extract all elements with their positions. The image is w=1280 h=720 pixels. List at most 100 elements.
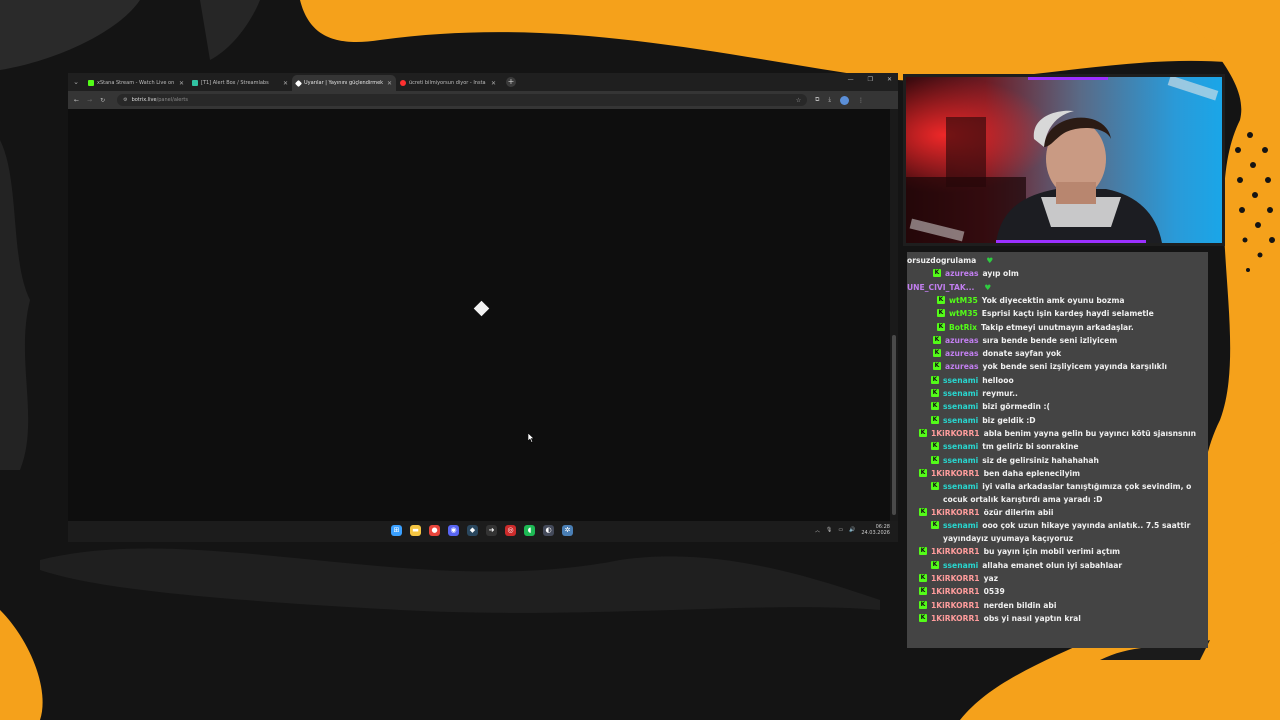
kick-badge-icon: K bbox=[919, 613, 927, 622]
spotify-icon[interactable]: ◖ bbox=[524, 525, 535, 536]
green-heart-icon: ♥ bbox=[984, 282, 992, 292]
kick-badge-icon: K bbox=[937, 309, 945, 318]
chat-username[interactable]: 1KiRKORR1 bbox=[931, 601, 980, 610]
chat-username[interactable]: wtM35 bbox=[949, 296, 978, 305]
chat-username[interactable]: azureas bbox=[945, 336, 979, 345]
volume-icon[interactable]: 🔊 bbox=[849, 527, 855, 533]
kick-badge-icon: K bbox=[931, 415, 939, 424]
discord-icon[interactable]: ◉ bbox=[448, 525, 459, 536]
toolbar-actions: ⧉ ⤓ ⋮ bbox=[815, 95, 864, 105]
youtube-icon bbox=[400, 80, 406, 86]
kick-badge-icon: K bbox=[933, 335, 941, 344]
chat-username[interactable]: wtM35 bbox=[949, 309, 978, 318]
close-icon[interactable]: ✕ bbox=[283, 80, 288, 87]
record-icon[interactable]: ◎ bbox=[505, 525, 516, 536]
kick-badge-icon: K bbox=[919, 508, 927, 517]
chat-message: K 1KiRKORR1 özür dilerim abii bbox=[907, 506, 1208, 519]
page-content bbox=[68, 109, 890, 521]
arrow-app-icon[interactable]: ➜ bbox=[486, 525, 497, 536]
network-icon[interactable]: ▭ bbox=[838, 527, 843, 533]
chat-username[interactable]: azureas bbox=[945, 269, 979, 278]
chat-username[interactable]: ssenami bbox=[943, 521, 978, 530]
chat-username[interactable]: ssenami bbox=[943, 402, 978, 411]
tab-botrix[interactable]: Uyarılar | Yayınını güçlendirmek ✕ bbox=[292, 75, 396, 91]
chat-text: bizi görmedin :( bbox=[982, 402, 1051, 412]
tab-instagram[interactable]: ücreti bilmiyorsun diyor - İnsta ✕ bbox=[396, 75, 500, 91]
extensions-icon[interactable]: ⧉ bbox=[815, 96, 819, 104]
kick-badge-icon: K bbox=[933, 269, 941, 278]
close-icon[interactable]: ✕ bbox=[387, 80, 392, 87]
tab-search-icon[interactable]: ⌄ bbox=[68, 73, 84, 91]
chat-message: Kssenami iyi valla arkadaslar tanıştığımı… bbox=[907, 480, 1208, 504]
chat-username[interactable]: ssenami bbox=[943, 416, 978, 425]
new-tab-button[interactable]: + bbox=[506, 77, 516, 87]
chat-text: Takip etmeyi unutmayın arkadaşlar. bbox=[980, 322, 1134, 332]
minimize-icon[interactable]: — bbox=[848, 76, 854, 83]
chat-username[interactable]: ssenami bbox=[943, 561, 978, 570]
kick-badge-icon: K bbox=[919, 468, 927, 477]
chat-message: Kssenami allaha emanet olun iyi sabahlaar bbox=[907, 559, 1208, 572]
chat-text: bu yayın için mobil verimi açtım bbox=[983, 547, 1121, 557]
chat-username[interactable]: ssenami bbox=[943, 389, 978, 398]
chat-username[interactable]: ssenami bbox=[943, 456, 978, 465]
chat-username[interactable]: 1KiRKORR1 bbox=[931, 508, 980, 517]
tab-streamlabs[interactable]: [T1] Alert Box / Streamlabs ✕ bbox=[188, 75, 292, 91]
page-scrollbar[interactable] bbox=[890, 109, 898, 521]
tab-kick[interactable]: xStana Stream - Watch Live on ✕ bbox=[84, 75, 188, 91]
windows-start-icon[interactable]: ⊞ bbox=[391, 525, 402, 536]
chat-message: Kssenami hellooo bbox=[907, 374, 1208, 387]
download-icon[interactable]: ⤓ bbox=[828, 96, 831, 104]
chat-text: siz de gelirsiniz hahahahah bbox=[982, 455, 1099, 465]
close-window-icon[interactable]: ✕ bbox=[887, 76, 892, 83]
steam-icon[interactable]: ◆ bbox=[467, 525, 478, 536]
close-icon[interactable]: ✕ bbox=[491, 80, 496, 87]
chat-text-continued: yayındayız uyumaya kaçıyoruz bbox=[943, 534, 1074, 544]
maximize-icon[interactable]: ❐ bbox=[868, 76, 873, 83]
close-icon[interactable]: ✕ bbox=[179, 80, 184, 87]
back-icon[interactable]: ← bbox=[74, 97, 79, 104]
bookmark-star-icon[interactable]: ☆ bbox=[796, 97, 801, 104]
chat-text: obs yi nasıl yaptın kral bbox=[983, 613, 1081, 623]
kick-badge-icon: K bbox=[933, 349, 941, 358]
chat-username[interactable]: 1KiRKORR1 bbox=[931, 429, 980, 438]
tray-chevron-icon[interactable]: ︿ bbox=[815, 527, 820, 534]
file-explorer-icon[interactable]: ▬ bbox=[410, 525, 421, 536]
address-bar[interactable]: ⚙ botrix.live/panel/alerts ☆ bbox=[117, 94, 808, 106]
kick-badge-icon: K bbox=[931, 521, 939, 530]
chat-username[interactable]: 1KiRKORR1 bbox=[931, 587, 980, 596]
site-info-icon[interactable]: ⚙ bbox=[123, 97, 127, 103]
taskbar-clock[interactable]: 06:28 24.03.2026 bbox=[861, 524, 890, 536]
scrollbar-thumb[interactable] bbox=[892, 335, 896, 515]
chat-username[interactable]: 1KiRKORR1 bbox=[931, 574, 980, 583]
forward-icon[interactable]: → bbox=[87, 97, 92, 104]
profile-avatar[interactable] bbox=[840, 95, 850, 105]
chat-text: ayıp olm bbox=[982, 269, 1019, 279]
chat-username[interactable]: 1KiRKORR1 bbox=[931, 469, 980, 478]
chat-username[interactable]: 1KiRKORR1 bbox=[931, 547, 980, 556]
windows-taskbar: ⊞ ▬ ● ◉ ◆ ➜ ◎ ◖ ◐ ✲ ︿ 🎙 ▭ 🔊 06:28 24.03.2026 bbox=[68, 521, 898, 542]
browser-toolbar: ← → ↻ ⚙ botrix.live/panel/alerts ☆ ⧉ ⤓ ⋮ bbox=[68, 91, 898, 109]
chat-message: orsuzdogrulama ♥ bbox=[907, 254, 1208, 267]
chat-username[interactable]: 1KiRKORR1 bbox=[931, 614, 980, 623]
chat-username[interactable]: UNE_CIVI_TAK... bbox=[907, 283, 974, 292]
chrome-icon[interactable]: ● bbox=[429, 525, 440, 536]
chat-username[interactable]: ssenami bbox=[943, 442, 978, 451]
kick-badge-icon: K bbox=[931, 402, 939, 411]
webcam-accent-bottom bbox=[996, 240, 1146, 243]
microphone-icon[interactable]: 🎙 bbox=[826, 527, 832, 533]
chat-message: Kazureas ayıp olm bbox=[907, 267, 1208, 280]
obs-icon[interactable]: ◐ bbox=[543, 525, 554, 536]
menu-icon[interactable]: ⋮ bbox=[858, 97, 864, 104]
chat-username[interactable]: ssenami bbox=[943, 376, 978, 385]
tab-label: Uyarılar | Yayınını güçlendirmek bbox=[304, 80, 384, 86]
chat-username[interactable]: azureas bbox=[945, 349, 979, 358]
chat-text: yaz bbox=[983, 574, 999, 583]
system-tray: ︿ 🎙 ▭ 🔊 06:28 24.03.2026 bbox=[815, 524, 890, 536]
chat-username[interactable]: BotRix bbox=[949, 323, 977, 332]
chat-message: K 1KiRKORR1 yaz bbox=[907, 572, 1208, 585]
chat-username[interactable]: ssenami bbox=[943, 482, 978, 491]
chat-username[interactable]: azureas bbox=[945, 362, 979, 371]
reload-icon[interactable]: ↻ bbox=[100, 97, 105, 104]
settings-app-icon[interactable]: ✲ bbox=[562, 525, 573, 536]
chat-username[interactable]: orsuzdogrulama bbox=[907, 256, 976, 265]
